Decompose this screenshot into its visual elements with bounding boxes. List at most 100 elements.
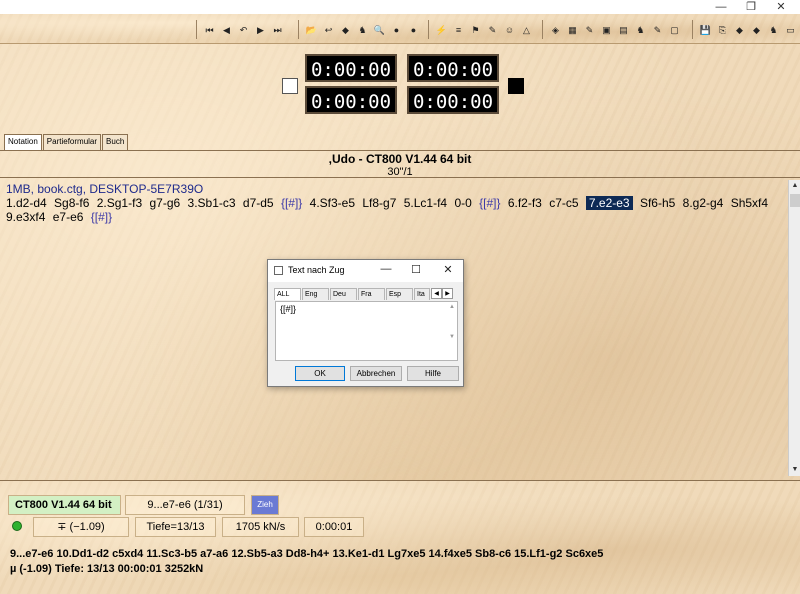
tab-partieformular[interactable]: Partieformular: [42, 134, 102, 150]
clock-panel: 0:00:00 0:00:00 0:00:00 0:00:00: [0, 44, 800, 130]
scroll-down-icon[interactable]: ▼: [789, 464, 800, 476]
toolbar-button-icon[interactable]: ◀: [220, 23, 233, 37]
toolbar-button-icon[interactable]: 🔍: [373, 23, 386, 37]
toolbar-button-icon[interactable]: ♞: [356, 23, 369, 37]
move[interactable]: 2.Sg1-f3: [97, 196, 142, 210]
toolbar-button-icon[interactable]: ⚑: [469, 23, 482, 37]
navigation-toolbar-group: ⏮ ◀ ↶ ▶ ⏭: [196, 20, 284, 39]
toolbar-button-icon[interactable]: ▣: [600, 23, 613, 37]
time-control: 30"/1: [387, 166, 413, 178]
language-tabs: ALL Eng Deu Fra Esp Ita ◀ ▶: [274, 288, 453, 300]
toolbar-button-icon[interactable]: ⏮: [203, 23, 216, 37]
close-window-button[interactable]: ✕: [766, 0, 796, 14]
move[interactable]: 1.d2-d4: [6, 196, 47, 210]
toolbar-button-icon[interactable]: ↩: [322, 23, 335, 37]
diagram-annotation[interactable]: {[#]}: [281, 196, 302, 210]
toolbar-button-icon[interactable]: ✎: [651, 23, 664, 37]
textarea-scrollbar[interactable]: ▲ ▼: [448, 304, 456, 358]
move[interactable]: 5.Lc1-f4: [404, 196, 447, 210]
scrollbar-thumb[interactable]: [790, 194, 800, 207]
move-now-button[interactable]: Zieh: [251, 495, 279, 515]
help-button[interactable]: Hilfe: [407, 366, 459, 381]
minimize-button[interactable]: —: [706, 0, 736, 14]
dialog-maximize-button[interactable]: ☐: [406, 263, 426, 276]
move[interactable]: Sg8-f6: [54, 196, 89, 210]
move[interactable]: 0-0: [454, 196, 471, 210]
move[interactable]: 8.g2-g4: [683, 196, 724, 210]
principal-variation: 9...e7-e6 10.Dd1-d2 c5xd4 11.Sc3-b5 a7-a…: [0, 545, 800, 594]
analysis-toolbar-group: ⚡ ≡ ⚑ ✎ ☺ △: [428, 20, 533, 39]
toolbar-button-icon[interactable]: ▭: [784, 23, 797, 37]
tab-deu[interactable]: Deu: [330, 288, 357, 300]
move[interactable]: d7-d5: [243, 196, 274, 210]
toolbar-button-icon[interactable]: ▢: [668, 23, 681, 37]
tab-all[interactable]: ALL: [274, 288, 301, 300]
toolbar-button-icon[interactable]: ⎘: [716, 23, 729, 37]
toolbar-button-icon[interactable]: ♞: [634, 23, 647, 37]
move[interactable]: e7-e6: [53, 210, 84, 224]
tab-scroll-right-icon[interactable]: ▶: [442, 288, 453, 299]
toolbar-button-icon[interactable]: ✎: [583, 23, 596, 37]
evaluation: ∓ (−1.09): [33, 517, 129, 537]
cancel-button[interactable]: Abbrechen: [350, 366, 402, 381]
toolbar-button-icon[interactable]: △: [520, 23, 533, 37]
notation-scrollbar[interactable]: ▲ ▼: [788, 180, 800, 476]
move[interactable]: 6.f2-f3: [508, 196, 542, 210]
file-toolbar-group: 💾 ⎘ ◆ ◆ ♞ ▭: [692, 20, 797, 39]
diagram-annotation[interactable]: {[#]}: [91, 210, 112, 224]
selected-move[interactable]: 7.e2-e3: [585, 196, 633, 210]
move[interactable]: g7-g6: [149, 196, 180, 210]
current-move: 9...e7-e6 (1/31): [125, 495, 245, 515]
toolbar-button-icon[interactable]: ◆: [733, 23, 746, 37]
toolbar-button-icon[interactable]: ✎: [486, 23, 499, 37]
tab-ita[interactable]: Ita: [414, 288, 430, 300]
engine-name: CT800 V1.44 64 bit: [8, 495, 121, 515]
tab-buch[interactable]: Buch: [102, 134, 129, 150]
diagram-annotation[interactable]: {[#]}: [479, 196, 500, 210]
tab-fra[interactable]: Fra: [358, 288, 385, 300]
toolbar-button-icon[interactable]: ⚡: [435, 23, 448, 37]
tab-notation[interactable]: Notation: [4, 134, 42, 150]
move[interactable]: 3.Sb1-c3: [188, 196, 236, 210]
search-time: 0:00:01: [304, 517, 364, 537]
comment-textarea[interactable]: {[#]} ▲ ▼: [275, 301, 458, 361]
toolbar-button-icon[interactable]: ▦: [566, 23, 579, 37]
tab-eng[interactable]: Eng: [302, 288, 329, 300]
toolbar-button-icon[interactable]: ↶: [237, 23, 250, 37]
toolbar-button-icon[interactable]: ▤: [617, 23, 630, 37]
game-title: ,Udo - CT800 V1.44 64 bit: [328, 152, 472, 166]
toolbar-button-icon[interactable]: ●: [407, 23, 420, 37]
scroll-up-icon[interactable]: ▲: [789, 180, 800, 192]
move[interactable]: 4.Sf3-e5: [310, 196, 355, 210]
game-meta-line: 1MB, book.ctg, DESKTOP-5E7R39O: [6, 182, 204, 196]
node-speed: 1705 kN/s: [222, 517, 299, 537]
clock-white-main: 0:00:00: [305, 54, 397, 82]
tab-esp[interactable]: Esp: [386, 288, 413, 300]
dialog-minimize-button[interactable]: —: [376, 263, 396, 275]
toolbar-button-icon[interactable]: 💾: [699, 23, 712, 37]
pv-line: 9...e7-e6 10.Dd1-d2 c5xd4 11.Sc3-b5 a7-a…: [10, 548, 604, 560]
toolbar-button-icon[interactable]: ◈: [549, 23, 562, 37]
move[interactable]: Lf8-g7: [362, 196, 396, 210]
toolbar-button-icon[interactable]: ●: [390, 23, 403, 37]
engine-status-icon: [12, 521, 22, 531]
move[interactable]: c7-c5: [549, 196, 578, 210]
black-to-move-indicator: [508, 78, 524, 94]
restore-button[interactable]: ❐: [736, 0, 766, 14]
toolbar-button-icon[interactable]: ◆: [339, 23, 352, 37]
toolbar-button-icon[interactable]: ♞: [767, 23, 780, 37]
toolbar-button-icon[interactable]: ⏭: [271, 23, 284, 37]
toolbar-button-icon[interactable]: ≡: [452, 23, 465, 37]
move[interactable]: 9.e3xf4: [6, 210, 45, 224]
ok-button[interactable]: OK: [295, 366, 345, 381]
text-after-move-dialog: Text nach Zug — ☐ ✕ ALL Eng Deu Fra Esp …: [267, 259, 464, 387]
toolbar-button-icon[interactable]: ▶: [254, 23, 267, 37]
toolbar-button-icon[interactable]: ◆: [750, 23, 763, 37]
dialog-close-button[interactable]: ✕: [438, 263, 458, 276]
move[interactable]: Sf6-h5: [640, 196, 675, 210]
toolbar-button-icon[interactable]: ☺: [503, 23, 516, 37]
dialog-app-icon: [274, 266, 283, 275]
toolbar-button-icon[interactable]: 📂: [305, 23, 318, 37]
move[interactable]: Sh5xf4: [731, 196, 768, 210]
tab-scroll-left-icon[interactable]: ◀: [431, 288, 442, 299]
